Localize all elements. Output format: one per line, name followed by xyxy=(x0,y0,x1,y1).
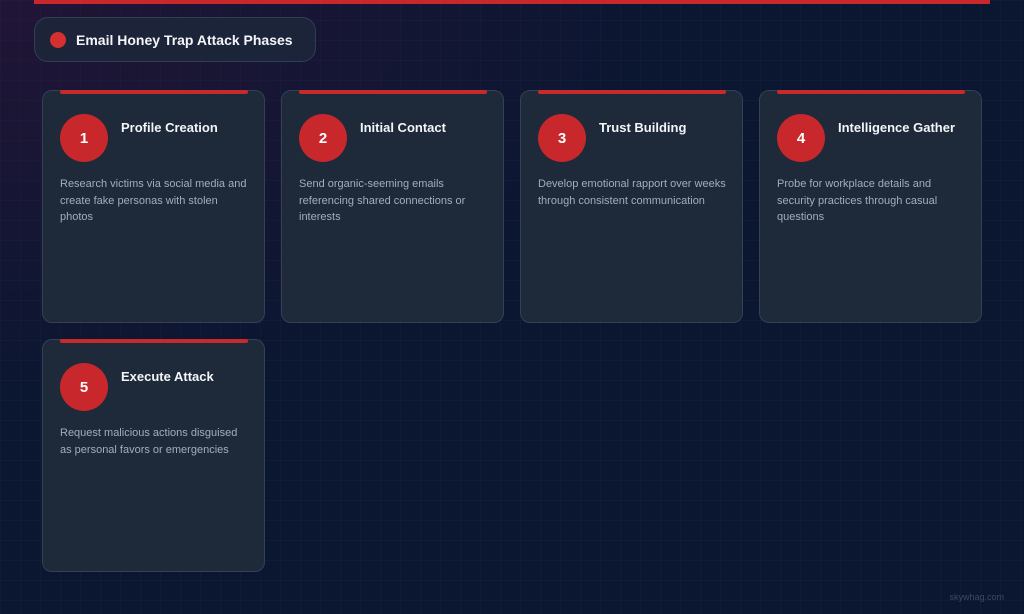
phase-number-badge: 1 xyxy=(60,114,108,162)
card-accent-bar xyxy=(777,90,965,94)
page-title: Email Honey Trap Attack Phases xyxy=(76,31,293,48)
phase-card-3: 3 Trust Building Develop emotional rappo… xyxy=(520,90,743,323)
phase-card-2: 2 Initial Contact Send organic-seeming e… xyxy=(281,90,504,323)
phase-title: Trust Building xyxy=(599,120,687,135)
phase-title: Initial Contact xyxy=(360,120,446,135)
phase-card-5: 5 Execute Attack Request malicious actio… xyxy=(42,339,265,572)
card-accent-bar xyxy=(60,90,248,94)
phase-card-4: 4 Intelligence Gather Probe for workplac… xyxy=(759,90,982,323)
top-accent-bar xyxy=(34,0,990,4)
phase-description: Probe for workplace details and security… xyxy=(777,178,938,223)
title-dot-icon xyxy=(50,31,66,48)
phase-description: Research victims via social media and cr… xyxy=(60,178,247,223)
phase-description: Send organic-seeming emails referencing … xyxy=(299,178,466,223)
card-accent-bar xyxy=(60,339,248,343)
phase-title: Intelligence Gather xyxy=(838,120,956,135)
phase-card-1: 1 Profile Creation Research victims via … xyxy=(42,90,265,323)
page-title-pill: Email Honey Trap Attack Phases xyxy=(34,17,316,62)
phase-title: Execute Attack xyxy=(121,369,214,384)
phase-number-badge: 4 xyxy=(777,114,825,162)
phase-number-badge: 5 xyxy=(60,363,108,411)
phase-title: Profile Creation xyxy=(121,120,218,135)
phase-description: Develop emotional rapport over weeks thr… xyxy=(538,178,726,207)
watermark: skywhag.com xyxy=(949,592,1004,602)
phase-number-badge: 2 xyxy=(299,114,347,162)
card-accent-bar xyxy=(299,90,487,94)
card-accent-bar xyxy=(538,90,726,94)
phase-number-badge: 3 xyxy=(538,114,586,162)
phase-description: Request malicious actions disguised as p… xyxy=(60,427,238,456)
